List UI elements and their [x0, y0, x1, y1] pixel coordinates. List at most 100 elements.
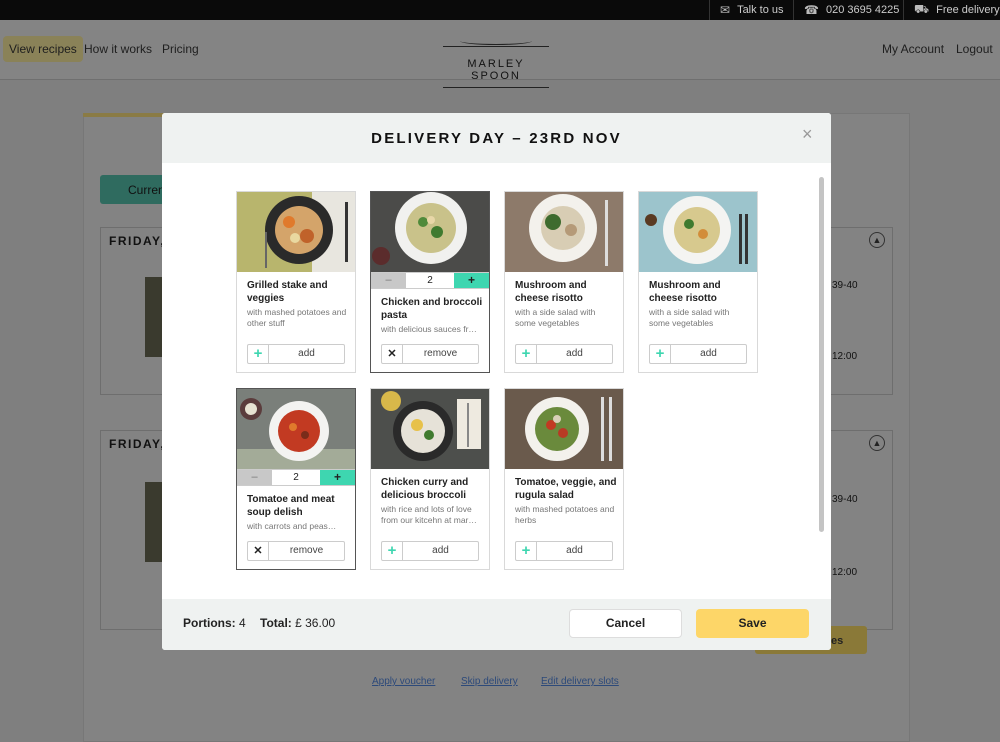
recipe-name: Grilled stake and veggies — [247, 280, 328, 304]
modal-scrollbar[interactable] — [819, 177, 824, 532]
remove-button[interactable]: ✕ remove — [381, 344, 479, 364]
skip-delivery-link[interactable]: Skip delivery — [461, 676, 518, 687]
recipe-card[interactable]: Tomatoe, veggie, and rugula salad with m… — [504, 388, 624, 570]
total-summary: Total: £ 36.00 — [260, 616, 335, 630]
nav-logout[interactable]: Logout — [950, 36, 999, 62]
add-label: add — [432, 545, 449, 556]
plus-icon: + — [248, 345, 269, 363]
nav-pricing[interactable]: Pricing — [156, 36, 205, 62]
cancel-button[interactable]: Cancel — [569, 609, 682, 638]
add-label: add — [298, 348, 315, 359]
free-delivery-label: Free delivery — [936, 4, 1000, 16]
nav-view-recipes[interactable]: View recipes — [3, 36, 83, 62]
recipe-desc: with a side salad with some vegetables — [649, 307, 730, 328]
recipe-desc: with mashed potatoes and herbs — [515, 504, 615, 525]
add-button[interactable]: + add — [247, 344, 345, 364]
recipe-image — [371, 389, 489, 469]
phone-icon: ☎ — [804, 3, 819, 17]
save-button[interactable]: Save — [696, 609, 809, 638]
portions-summary: Portions: 4 — [183, 616, 246, 630]
remove-label: remove — [289, 545, 324, 556]
portions-label: Portions: — [183, 616, 236, 630]
recipe-card-selected[interactable]: – 2 + Chicken and broccoli pasta with de… — [370, 191, 490, 373]
talk-to-us-link[interactable]: ✉ Talk to us — [709, 0, 793, 20]
truck-icon: ⛟ — [914, 2, 930, 16]
recipe-image — [237, 192, 355, 272]
recipe-name: Mushroom and cheese risotto — [649, 280, 721, 304]
recipe-card[interactable]: Mushroom and cheese risotto with a side … — [504, 191, 624, 373]
quantity-stepper[interactable]: – 2 + — [237, 469, 355, 486]
bg-time: 39-40 — [832, 494, 858, 505]
total-value: £ 36.00 — [295, 616, 336, 630]
remove-label: remove — [423, 348, 458, 359]
remove-button[interactable]: ✕ remove — [247, 541, 345, 561]
recipe-card[interactable]: Grilled stake and veggies with mashed po… — [236, 191, 356, 373]
spoon-icon — [460, 37, 532, 45]
recipe-image — [237, 389, 355, 469]
recipe-desc: with a side salad with some vegetables — [515, 307, 596, 328]
plus-icon: + — [516, 542, 537, 560]
nav-how-it-works[interactable]: How it works — [78, 36, 158, 62]
phone-link[interactable]: ☎ 020 3695 4225 — [793, 0, 903, 20]
recipe-name: Chicken curry and delicious broccoli — [381, 477, 469, 501]
quantity-value[interactable]: 2 — [272, 470, 320, 485]
recipe-card[interactable]: Chicken curry and delicious broccoli wit… — [370, 388, 490, 570]
bg-time: 12:00 — [832, 567, 858, 578]
recipe-image — [639, 192, 757, 272]
mail-icon: ✉ — [720, 3, 731, 17]
logo-text: MARLEY SPOON — [467, 58, 525, 82]
add-label: add — [700, 348, 717, 359]
bg-section-title: FRIDAY, — [109, 234, 166, 248]
delivery-day-modal: DELIVERY DAY – 23RD NOV × Grilled stake … — [162, 113, 831, 650]
total-label: Total: — [260, 616, 292, 630]
top-bar: ✉ Talk to us ☎ 020 3695 4225 ⛟ Free deli… — [0, 0, 1000, 20]
recipe-desc: with delicious sauces fr… — [381, 324, 477, 334]
modal-header: DELIVERY DAY – 23RD NOV × — [162, 113, 831, 163]
portions-value: 4 — [239, 616, 246, 630]
bg-current-tab: Curren — [100, 175, 170, 204]
recipe-card[interactable]: Mushroom and cheese risotto with a side … — [638, 191, 758, 373]
recipe-image — [505, 192, 623, 272]
recipe-desc: with rice and lots of love from our kitc… — [381, 504, 477, 525]
plus-icon: + — [650, 345, 671, 363]
recipe-name: Tomatoe and meat soup delish — [247, 494, 335, 518]
chevron-up-icon: ▲ — [869, 435, 885, 451]
bg-time: 39-40 — [832, 280, 858, 291]
recipe-desc: with mashed potatoes and other stuff — [247, 307, 347, 328]
close-icon: ✕ — [248, 542, 269, 560]
add-button[interactable]: + add — [515, 344, 613, 364]
bg-section-title: FRIDAY, — [109, 437, 166, 451]
recipe-name: Tomatoe, veggie, and rugula salad — [515, 477, 617, 501]
plus-icon: + — [382, 542, 403, 560]
add-button[interactable]: + add — [381, 541, 479, 561]
recipe-image — [505, 389, 623, 469]
modal-title: DELIVERY DAY – 23RD NOV — [371, 130, 622, 147]
increment-button[interactable]: + — [320, 470, 355, 485]
add-label: add — [566, 545, 583, 556]
increment-button[interactable]: + — [454, 273, 489, 288]
marley-spoon-logo[interactable]: MARLEY SPOON — [443, 44, 549, 88]
talk-to-us-label: Talk to us — [737, 4, 784, 16]
plus-icon: + — [516, 345, 537, 363]
bg-time: 12:00 — [832, 351, 858, 362]
recipe-name: Mushroom and cheese risotto — [515, 280, 587, 304]
decrement-button[interactable]: – — [371, 273, 406, 288]
free-delivery: ⛟ Free delivery — [903, 0, 1000, 20]
edit-delivery-slots-link[interactable]: Edit delivery slots — [541, 676, 619, 687]
add-button[interactable]: + add — [515, 541, 613, 561]
main-nav: View recipes How it works Pricing MARLEY… — [0, 20, 1000, 88]
add-label: add — [566, 348, 583, 359]
recipe-card-selected[interactable]: – 2 + Tomatoe and meat soup delish with … — [236, 388, 356, 570]
background-accent — [83, 113, 173, 117]
phone-number: 020 3695 4225 — [825, 4, 900, 16]
quantity-value[interactable]: 2 — [406, 273, 454, 288]
chevron-up-icon: ▲ — [869, 232, 885, 248]
recipe-name: Chicken and broccoli pasta — [381, 297, 483, 321]
decrement-button[interactable]: – — [237, 470, 272, 485]
nav-my-account[interactable]: My Account — [876, 36, 950, 62]
apply-voucher-link[interactable]: Apply voucher — [372, 676, 435, 687]
modal-footer: Portions: 4 Total: £ 36.00 Cancel Save — [162, 599, 831, 650]
quantity-stepper[interactable]: – 2 + — [371, 272, 489, 289]
close-icon[interactable]: × — [802, 124, 813, 145]
add-button[interactable]: + add — [649, 344, 747, 364]
